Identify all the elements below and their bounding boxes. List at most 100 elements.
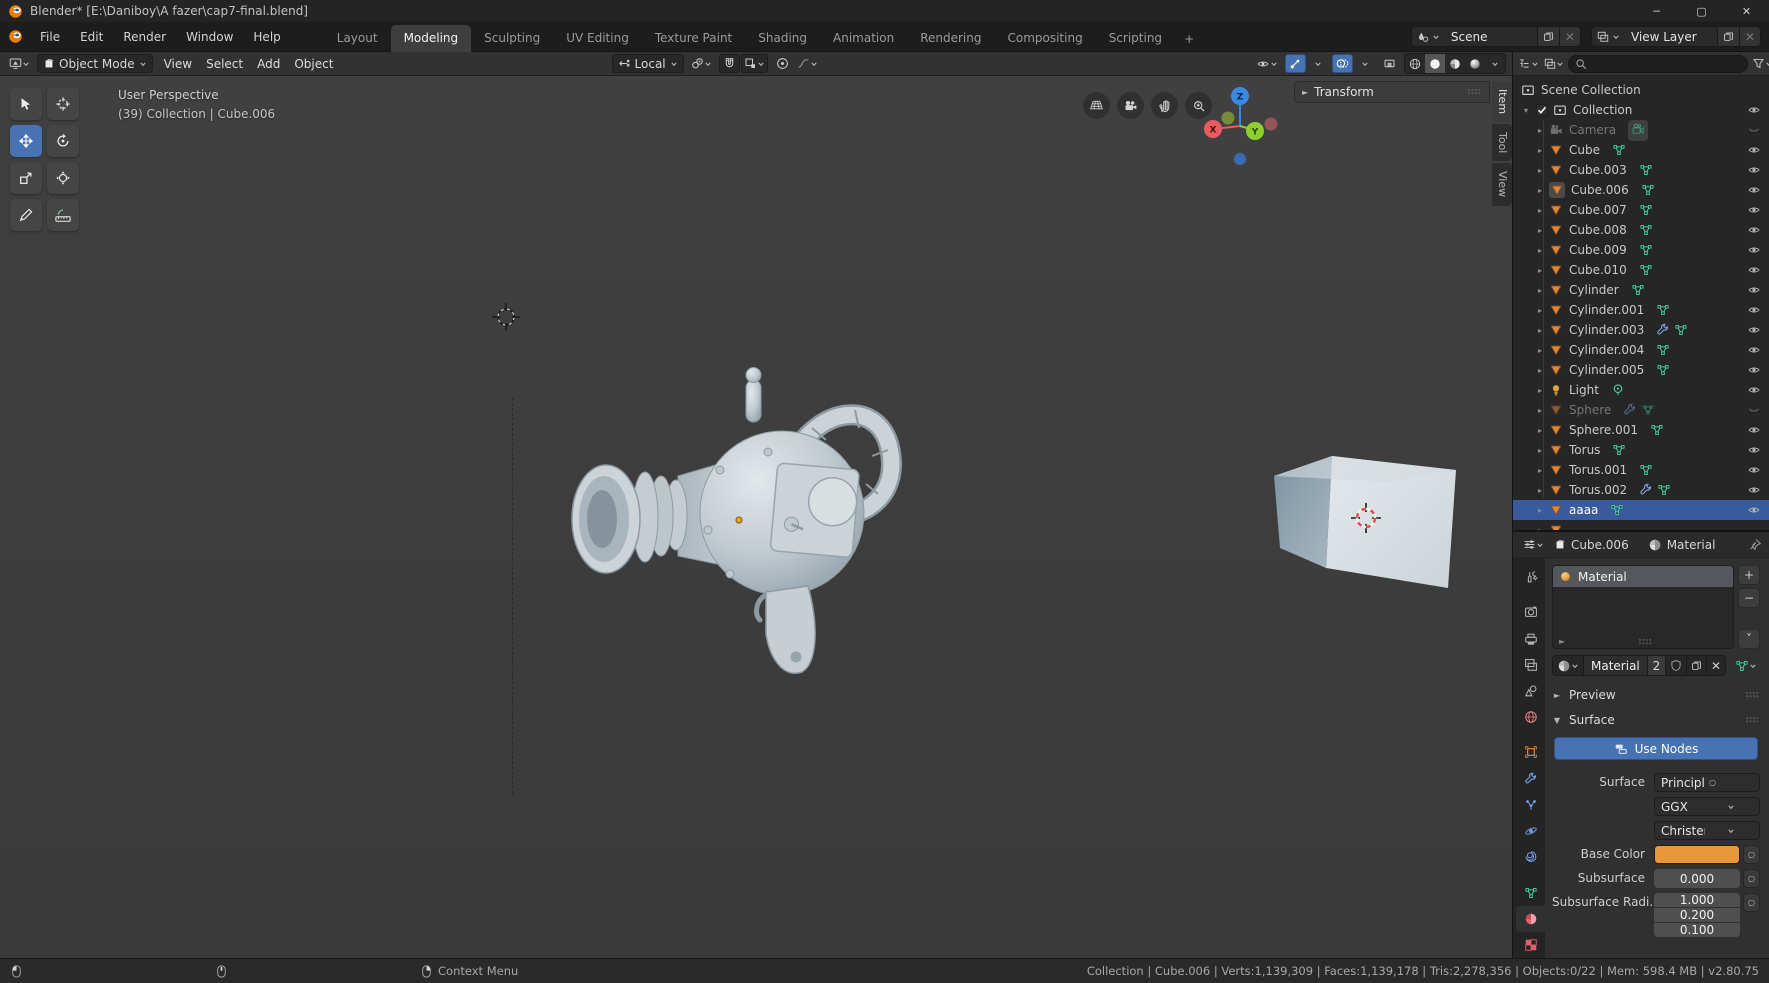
panel-grip-icon[interactable] [1746, 717, 1760, 723]
add-slot-button[interactable]: + [1738, 565, 1760, 585]
menu-edit[interactable]: Edit [71, 27, 112, 47]
panel-grip-icon[interactable] [1746, 692, 1760, 698]
pan-button[interactable] [1151, 92, 1178, 119]
overlays-dropdown[interactable] [1354, 54, 1375, 73]
outliner-item-cube-007[interactable]: ▸Cube.007 [1513, 200, 1769, 220]
shading-rendered-button[interactable] [1465, 54, 1485, 73]
mode-dropdown[interactable]: Object Mode [37, 54, 153, 73]
expand-arrow-icon[interactable]: ▸ [1535, 186, 1545, 195]
xray-toggle[interactable] [1379, 54, 1400, 73]
expand-arrow-icon[interactable]: ▸ [1535, 406, 1545, 415]
outliner-item-cube[interactable]: ▸Cube [1513, 140, 1769, 160]
unlink-material-button[interactable]: ✕ [1706, 656, 1725, 675]
move-tool-button[interactable] [10, 125, 42, 157]
properties-tab-output[interactable] [1516, 625, 1545, 651]
outliner-view-layer-dropdown[interactable] [1543, 54, 1564, 73]
properties-tab-object[interactable] [1516, 739, 1545, 765]
outliner-item-torus[interactable]: ▸Torus [1513, 440, 1769, 460]
properties-tab-render[interactable] [1516, 599, 1545, 625]
scene-new-button[interactable] [1537, 27, 1559, 46]
properties-tab-tool[interactable] [1516, 564, 1545, 590]
properties-tab-material[interactable] [1516, 906, 1545, 932]
gizmos-dropdown[interactable] [1307, 54, 1328, 73]
search-input[interactable] [1591, 57, 1741, 71]
expand-arrow-icon[interactable]: ▸ [1535, 126, 1545, 135]
viewport-menu-select[interactable]: Select [199, 55, 250, 73]
outliner-root-scene-collection[interactable]: Scene Collection [1513, 80, 1769, 100]
shading-wireframe-button[interactable] [1405, 54, 1425, 73]
gizmos-toggle[interactable] [1285, 54, 1306, 73]
outliner-display-mode-dropdown[interactable] [1518, 54, 1539, 73]
rotate-tool-button[interactable] [47, 125, 79, 157]
minimize-button[interactable]: ─ [1634, 0, 1679, 22]
properties-tab-constraints[interactable] [1516, 844, 1545, 870]
outliner-item-collection[interactable]: ▾Collection [1513, 100, 1769, 120]
outliner-item-aaaa[interactable]: ▸aaaa [1513, 500, 1769, 520]
expand-arrow-icon[interactable]: ▾ [1521, 106, 1531, 115]
outliner-item-cube-009[interactable]: ▸Cube.009 [1513, 240, 1769, 260]
outliner-item-cylinder[interactable]: ▸Cylinder [1513, 280, 1769, 300]
expand-arrow-icon[interactable]: ▸ [1535, 506, 1545, 515]
new-material-button[interactable] [1686, 656, 1706, 675]
outliner-item-torus-001[interactable]: ▸Torus.001 [1513, 460, 1769, 480]
shading-solid-button[interactable] [1425, 54, 1445, 73]
cube-model[interactable] [1270, 448, 1462, 594]
outliner-item-cube-010[interactable]: ▸Cube.010 [1513, 260, 1769, 280]
workspace-tab-scripting[interactable]: Scripting [1096, 25, 1175, 52]
properties-tab-view-layer[interactable] [1516, 652, 1545, 678]
select-box-tool-button[interactable] [10, 88, 42, 120]
menu-help[interactable]: Help [244, 27, 289, 47]
falloff-dropdown[interactable] [794, 54, 821, 73]
perspective-button[interactable] [1083, 92, 1110, 119]
sidebar-tab-tool[interactable]: Tool [1492, 124, 1512, 161]
visibility-dropdown[interactable] [1253, 54, 1281, 73]
camera-view-button[interactable] [1117, 92, 1144, 119]
view-layer-delete-button[interactable]: ✕ [1739, 27, 1760, 46]
use-nodes-button[interactable]: Use Nodes [1554, 737, 1758, 760]
light-gizmo[interactable] [489, 300, 523, 334]
expand-arrow-icon[interactable]: ▸ [1535, 346, 1545, 355]
properties-tab-scene[interactable] [1516, 678, 1545, 704]
material-slot-list[interactable]: Material ► [1552, 565, 1734, 649]
workspace-tab-modeling[interactable]: Modeling [391, 25, 472, 52]
outliner-search[interactable] [1568, 55, 1748, 73]
outliner-item-cube-003[interactable]: ▸Cube.003 [1513, 160, 1769, 180]
menu-file[interactable]: File [31, 27, 69, 47]
workspace-tab-shading[interactable]: Shading [745, 25, 820, 52]
fake-user-button[interactable] [1665, 656, 1686, 675]
vector-component-field[interactable]: 0.100 [1654, 923, 1740, 937]
overlays-toggle[interactable] [1332, 54, 1353, 73]
editor-type-button[interactable] [6, 54, 33, 73]
annotate-tool-button[interactable] [10, 199, 42, 231]
scene-name[interactable]: Scene [1445, 30, 1537, 44]
expand-arrow-icon[interactable]: ▸ [1535, 486, 1545, 495]
expand-arrow-icon[interactable]: ▸ [1535, 266, 1545, 275]
browse-material-button[interactable] [1553, 656, 1583, 675]
select-ggx[interactable]: GGX [1654, 797, 1760, 816]
vector-component-field[interactable]: 1.000 [1654, 893, 1740, 907]
workspace-tab-rendering[interactable]: Rendering [907, 25, 994, 52]
close-button[interactable]: ✕ [1724, 0, 1769, 22]
scene-delete-button[interactable]: ✕ [1559, 27, 1580, 46]
list-grip-icon[interactable] [1639, 639, 1653, 645]
camera-data-badge[interactable] [1628, 120, 1648, 141]
outliner-item-partial[interactable]: ▸ [1513, 520, 1769, 530]
workspace-tab-compositing[interactable]: Compositing [994, 25, 1095, 52]
expand-arrow-icon[interactable]: ▸ [1535, 426, 1545, 435]
viewport-menu-view[interactable]: View [157, 55, 199, 73]
number-field[interactable]: 0.000 [1654, 869, 1740, 888]
expand-arrow-icon[interactable]: ▸ [1535, 326, 1545, 335]
viewport-3d[interactable]: User Perspective (39) Collection | Cube.… [0, 76, 1512, 958]
orientation-dropdown[interactable]: Local [612, 54, 684, 73]
outliner-item-cube-008[interactable]: ▸Cube.008 [1513, 220, 1769, 240]
viewport-menu-add[interactable]: Add [250, 55, 287, 73]
expand-arrow-icon[interactable]: ▸ [1535, 286, 1545, 295]
transform-panel-header[interactable]: ► Transform [1294, 81, 1490, 103]
raygun-model[interactable] [560, 358, 940, 698]
expand-arrow-icon[interactable]: ▸ [1535, 226, 1545, 235]
view-layer-new-button[interactable] [1717, 27, 1739, 46]
vector-component-field[interactable]: 0.200 [1654, 908, 1740, 922]
transform-tool-button[interactable] [47, 162, 79, 194]
material-users-count[interactable]: 2 [1647, 656, 1665, 675]
outliner-item-camera[interactable]: ▸Camera [1513, 120, 1769, 140]
